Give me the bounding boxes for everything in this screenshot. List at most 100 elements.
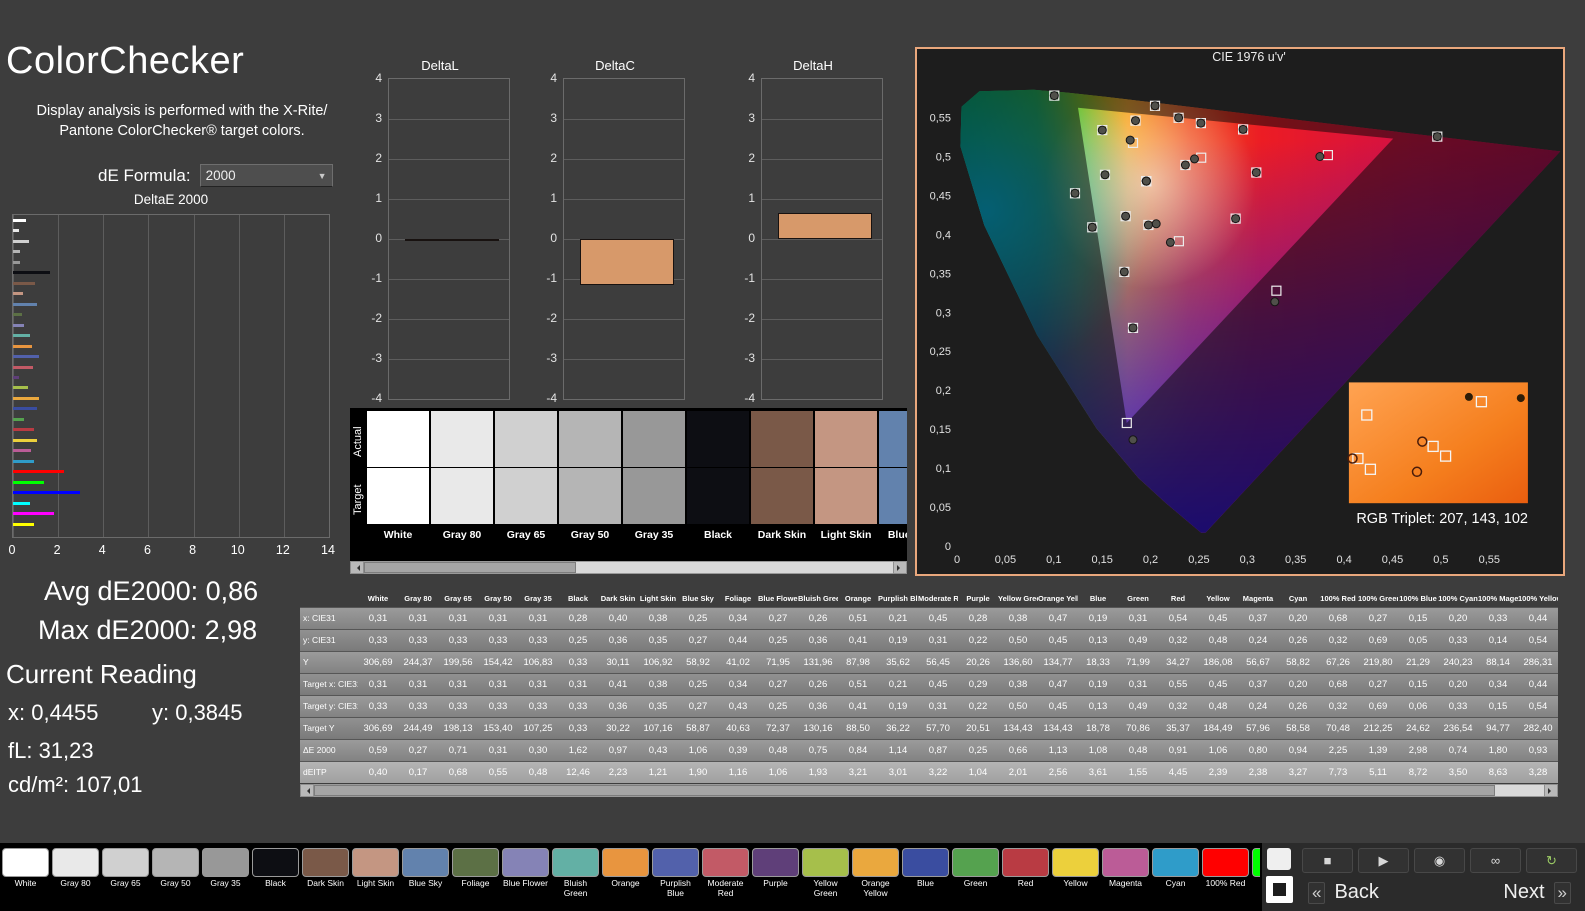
patch-button[interactable]: Cyan [1152,848,1199,910]
patch-button[interactable]: Orange Yellow [852,848,899,910]
patch-button[interactable]: Dark Skin [302,848,349,910]
patch-button[interactable]: Yellow Green [802,848,849,910]
patch-button[interactable]: Green [952,848,999,910]
scrollbar-track[interactable] [314,784,1544,797]
swatch-strip-scrollbar[interactable] [350,561,907,574]
patch-button[interactable]: Orange [602,848,649,910]
current-reading-heading: Current Reading [6,659,197,689]
table-cell: 2,39 [1198,760,1238,783]
table-cell: 41,02 [718,650,758,673]
patch-button[interactable]: Blue Flower [502,848,549,910]
row-label: Target Y [300,716,358,739]
plot-area [761,78,883,400]
patch-color-swatch [502,848,549,877]
table-cell: 0,33 [518,628,558,651]
strip-patch: Black [687,411,749,541]
table-cell: 0,31 [478,606,518,629]
y-tick-label: 0 [945,541,951,553]
scrollbar-track[interactable] [364,561,893,574]
scroll-left-arrow[interactable] [300,784,314,797]
column-header: 100% Red [1320,594,1356,604]
strip-patch: Light Skin [815,411,877,541]
patch-button[interactable]: Bluish Green [552,848,599,910]
patch-button[interactable]: Magenta [1102,848,1149,910]
patch-button[interactable]: 100% Green [1252,848,1260,910]
patch-button[interactable]: Gray 35 [202,848,249,910]
back-button[interactable]: « Back [1300,879,1387,906]
table-cell: 40,63 [718,716,758,739]
pattern-toggle-button[interactable] [1266,876,1293,903]
patch-button-label: Bluish Green [563,878,588,898]
patch-button[interactable]: Foliage [452,848,499,910]
play-button[interactable]: ▶ [1358,848,1409,873]
pattern-window-button[interactable] [1267,848,1291,870]
patch-button[interactable]: Red [1002,848,1049,910]
de-bar [13,344,32,348]
patch-color-swatch [52,848,99,877]
patch-button[interactable]: Purplish Blue [652,848,699,910]
table-cell: 0,28 [958,606,998,629]
table-cell: 18,78 [1078,716,1118,739]
scroll-left-arrow[interactable] [350,561,364,574]
patch-button[interactable]: Yellow [1052,848,1099,910]
patch-button[interactable]: Blue Sky [402,848,449,910]
stop-button[interactable]: ■ [1302,848,1353,873]
patch-button[interactable]: Purple [752,848,799,910]
x-tick-label: 0,3 [1240,554,1255,566]
table-cell: 0,35 [638,694,678,717]
patch-button[interactable]: Black [252,848,299,910]
table-cell: 8,63 [1478,760,1518,783]
patch-button[interactable]: Light Skin [352,848,399,910]
table-cell: 0,14 [1478,628,1518,651]
table-cell: 0,27 [398,738,438,761]
scrollbar-thumb[interactable] [364,562,576,573]
patch-button[interactable]: Gray 80 [52,848,99,910]
table-cell: 0,33 [558,650,598,673]
column-header: Foliage [724,594,752,604]
page-title: ColorChecker [6,40,245,82]
patch-button[interactable]: White [2,848,49,910]
de-bar [13,260,20,264]
table-cell: 0,20 [1438,672,1478,695]
table-cell: 0,69 [1358,694,1398,717]
table-cell: 0,26 [798,672,838,695]
stop-icon: ■ [1323,853,1332,868]
table-cell: 0,54 [1158,606,1198,629]
table-cell: 1,08 [1078,738,1118,761]
refresh-icon: ↻ [1546,852,1557,868]
table-cell: 0,13 [1078,694,1118,717]
table-cell: 0,54 [1518,628,1558,651]
table-row: Target x: CIE31 0,31 0,31 0,31 0,31 0,31 0,31 0… [300,672,1558,695]
cie-chart-title: CIE 1976 u'v' [1212,50,1286,64]
de-bar [13,334,30,338]
patch-button[interactable]: Gray 65 [102,848,149,910]
refresh-button[interactable]: ↻ [1526,848,1577,873]
table-cell: 3,28 [1518,760,1558,783]
table-cell: 1,80 [1478,738,1518,761]
table-scrollbar[interactable] [300,784,1558,797]
scrollbar-thumb[interactable] [314,785,1495,796]
de-formula-dropdown[interactable]: 2000 ▼ [199,164,333,187]
table-cell: 4,45 [1158,760,1198,783]
patch-button[interactable]: Blue [902,848,949,910]
table-cell: 0,41 [598,672,638,695]
page-subtitle: Display analysis is performed with the X… [14,101,350,141]
column-header: Blue Sky [682,594,714,604]
loop-button[interactable]: ∞ [1470,848,1521,873]
gridline [389,159,509,160]
x-tick-label: 0 [954,554,960,566]
target-axis-label: Target [352,484,364,516]
patch-button[interactable]: 100% Red [1202,848,1249,910]
meter-button[interactable]: ◉ [1414,848,1465,873]
row-label: ΔE 2000 [300,738,358,761]
table-cell: 1,90 [678,760,718,783]
table-cell: 1,16 [718,760,758,783]
patch-button[interactable]: Gray 50 [152,848,199,910]
table-cell: 1,93 [798,760,838,783]
table-cell: 7,73 [1318,760,1358,783]
next-button[interactable]: Next » [1495,879,1579,906]
scroll-right-arrow[interactable] [893,561,907,574]
patch-button[interactable]: Moderate Red [702,848,749,910]
scroll-right-arrow[interactable] [1544,784,1558,797]
table-cell: 0,91 [1158,738,1198,761]
